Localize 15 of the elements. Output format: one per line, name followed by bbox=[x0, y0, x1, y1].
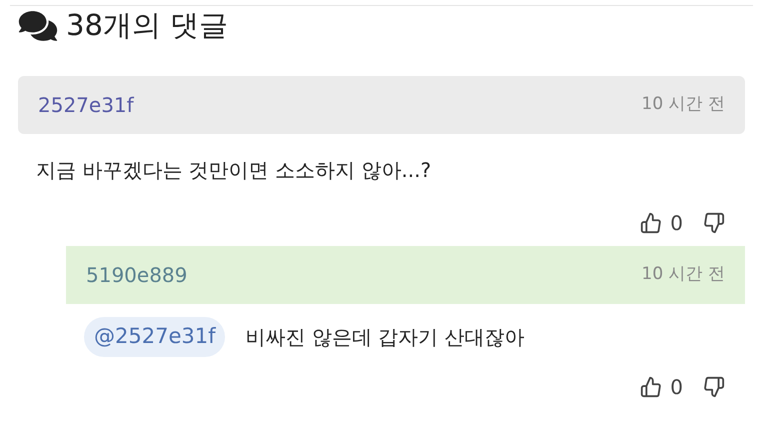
thumbs-up-icon[interactable] bbox=[640, 376, 662, 398]
comment-time: 10 시간 전 bbox=[642, 93, 725, 116]
comments-heading: 38개의 댓글 bbox=[66, 7, 228, 44]
mention-tag[interactable]: @2527e31f bbox=[84, 317, 226, 357]
comment-author[interactable]: 2527e31f bbox=[38, 90, 134, 120]
thumbs-up-icon[interactable] bbox=[640, 212, 662, 234]
comments-icon bbox=[18, 9, 58, 43]
thumbs-down-icon[interactable] bbox=[703, 376, 725, 398]
comment-text: 지금 바꾸겠다는 것만이면 소소하지 않아...? bbox=[36, 157, 432, 184]
like-count: 0 bbox=[670, 374, 683, 401]
comment-text: 비싸진 않은데 갑자기 산대잖아 bbox=[245, 324, 525, 351]
like-count: 0 bbox=[670, 210, 683, 237]
comment-author[interactable]: 5190e889 bbox=[86, 260, 188, 290]
comment-time: 10 시간 전 bbox=[642, 263, 725, 286]
thumbs-down-icon[interactable] bbox=[703, 212, 725, 234]
